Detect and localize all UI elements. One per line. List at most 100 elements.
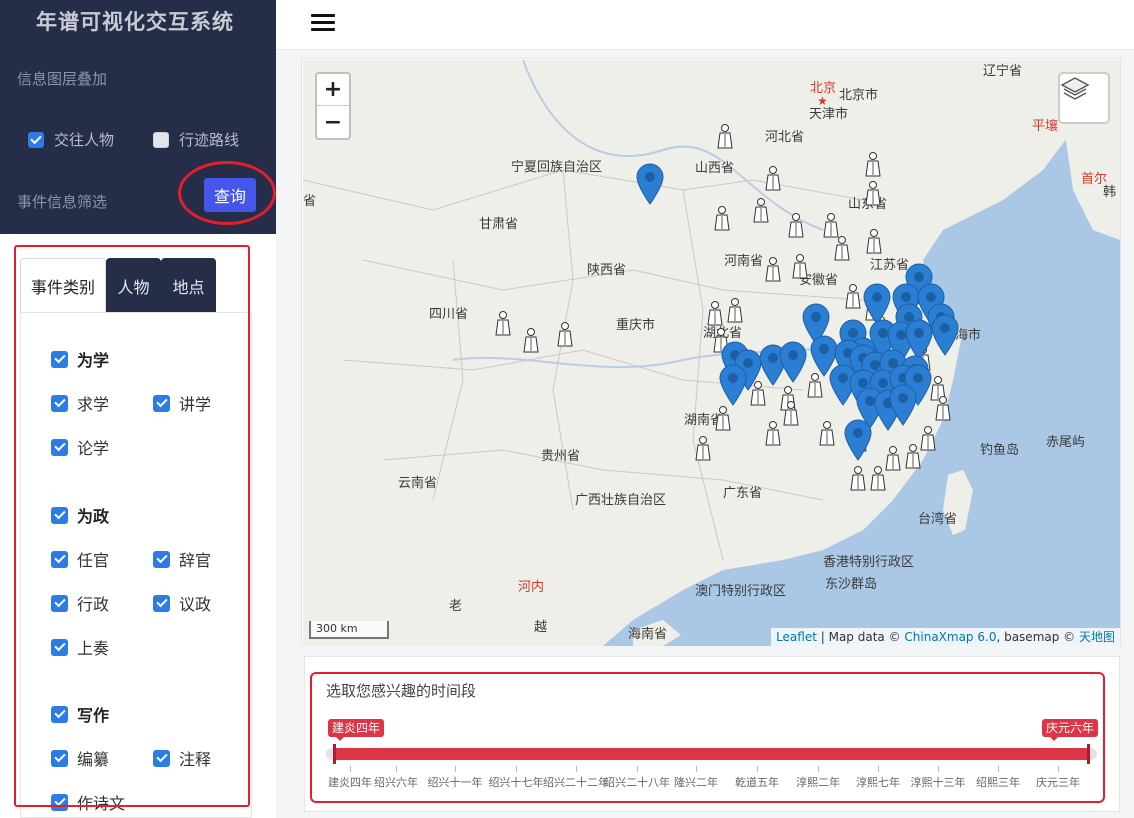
checkbox-checked-icon[interactable] [51,638,68,656]
person-figure-icon[interactable] [834,236,850,261]
person-figure-icon[interactable] [920,426,936,451]
checkbox-checked-icon[interactable] [153,749,170,767]
category-item[interactable]: 任官 [51,547,109,571]
person-figure-icon[interactable] [819,421,835,446]
person-figure-icon[interactable] [865,181,881,206]
checkbox-checked-icon[interactable] [153,550,170,568]
timeline-tick [637,766,638,772]
person-figure-icon[interactable] [753,198,769,223]
person-figure-icon[interactable] [765,166,781,191]
category-item[interactable]: 论学 [51,435,109,459]
timeline-tick-label: 绍兴十一年 [427,776,483,789]
person-figure-icon[interactable] [765,421,781,446]
tab-event-category[interactable]: 事件类别 [20,258,106,312]
timeline-tick-label: 绍兴二十八年 [604,776,670,789]
map-scale: 300 km [309,621,389,639]
location-pin-icon[interactable] [905,319,933,361]
timeline-tick [1058,766,1059,772]
tab-people[interactable]: 人物 [106,258,161,312]
category-item[interactable]: 编纂 [51,746,109,770]
person-figure-icon[interactable] [866,229,882,254]
category-label: 议政 [179,595,212,614]
tab-places[interactable]: 地点 [161,258,216,312]
timeline-tick-label: 庆元三年 [1036,776,1080,789]
category-item[interactable]: 上奏 [51,635,109,659]
person-figure-icon[interactable] [715,406,731,431]
category-item[interactable]: 求学 [51,391,109,415]
timeline-tick [998,766,999,772]
person-figure-icon[interactable] [717,124,733,149]
location-pin-icon[interactable] [844,419,872,461]
person-figure-icon[interactable] [870,466,886,491]
zoom-in-button[interactable]: + [317,74,349,106]
person-figure-icon[interactable] [523,328,539,353]
person-figure-icon[interactable] [845,284,861,309]
layer-toggle-contacts[interactable]: 交往人物 [28,129,114,150]
timeline-selected-range [334,748,1090,760]
checkbox-checked-icon[interactable] [153,594,170,612]
zoom-out-button[interactable]: − [317,106,349,138]
checkbox-checked-icon[interactable] [51,506,68,524]
person-figure-icon[interactable] [788,213,804,238]
person-figure-icon[interactable] [905,444,921,469]
person-figure-icon[interactable] [765,257,781,282]
category-item[interactable]: 讲学 [153,391,211,415]
person-figure-icon[interactable] [823,213,839,238]
location-pin-icon[interactable] [719,364,747,406]
location-pin-icon[interactable] [779,341,807,383]
checkbox-checked-icon[interactable] [51,594,68,612]
person-figure-icon[interactable] [885,446,901,471]
menu-icon[interactable] [311,14,335,32]
person-figure-icon[interactable] [792,254,808,279]
checkbox-checked-icon[interactable] [51,749,68,767]
category-label: 为政 [77,507,110,526]
layer-toggle-routes[interactable]: 行迹路线 [153,129,239,150]
person-figure-icon[interactable] [707,301,723,326]
person-figure-icon[interactable] [750,381,766,406]
category-group-politics[interactable]: 为政 [51,503,109,527]
timeline-tick-label: 隆兴二年 [674,776,718,789]
checkbox-checked-icon[interactable] [51,793,68,811]
person-figure-icon[interactable] [557,322,573,347]
checkbox-checked-icon[interactable] [51,705,68,723]
category-item[interactable]: 行政 [51,591,109,615]
timeline-title: 选取您感兴趣的时间段 [326,682,477,700]
person-figure-icon[interactable] [695,436,711,461]
checkbox-checked-icon[interactable] [51,350,68,368]
checkbox-checked-icon[interactable] [51,438,68,456]
leaflet-link[interactable]: Leaflet [776,630,817,644]
checkbox-unchecked-icon[interactable] [153,131,169,148]
checkbox-checked-icon[interactable] [153,394,170,412]
category-label: 注释 [179,750,212,769]
chinaxmap-link[interactable]: ChinaXmap 6.0 [904,630,996,644]
checkbox-checked-icon[interactable] [51,550,68,568]
person-figure-icon[interactable] [865,152,881,177]
category-item[interactable]: 作诗文 [51,790,125,814]
category-label: 论学 [77,439,110,458]
category-label: 作诗文 [77,794,126,813]
timeline-tick [696,766,697,772]
timeline-end-handle[interactable] [1087,744,1090,764]
location-pin-icon[interactable] [636,163,664,205]
query-button[interactable]: 查询 [204,178,256,212]
person-figure-icon[interactable] [727,298,743,323]
category-item[interactable]: 辞官 [153,547,211,571]
timeline-end-label: 庆元六年 [1042,719,1099,741]
layers-icon [1060,77,1090,100]
timeline-start-handle[interactable] [333,744,336,764]
category-item[interactable]: 议政 [153,591,211,615]
person-figure-icon[interactable] [850,466,866,491]
category-group-writing[interactable]: 写作 [51,702,109,726]
category-group-study[interactable]: 为学 [51,347,109,371]
tianditu-link[interactable]: 天地图 [1079,630,1115,644]
layers-button[interactable] [1058,72,1110,124]
timeline-tick-label: 淳熙七年 [856,776,900,789]
person-figure-icon[interactable] [714,206,730,231]
checkbox-checked-icon[interactable] [28,131,44,148]
location-pin-icon[interactable] [931,314,959,356]
person-figure-icon[interactable] [807,373,823,398]
category-item[interactable]: 注释 [153,746,211,770]
person-figure-icon[interactable] [495,311,511,336]
checkbox-checked-icon[interactable] [51,394,68,412]
map-view[interactable]: ★ 辽宁省 北京 北京市 天津市 河北省 平壤 首尔 韩 宁夏回族自治区 山西省… [303,60,1120,646]
